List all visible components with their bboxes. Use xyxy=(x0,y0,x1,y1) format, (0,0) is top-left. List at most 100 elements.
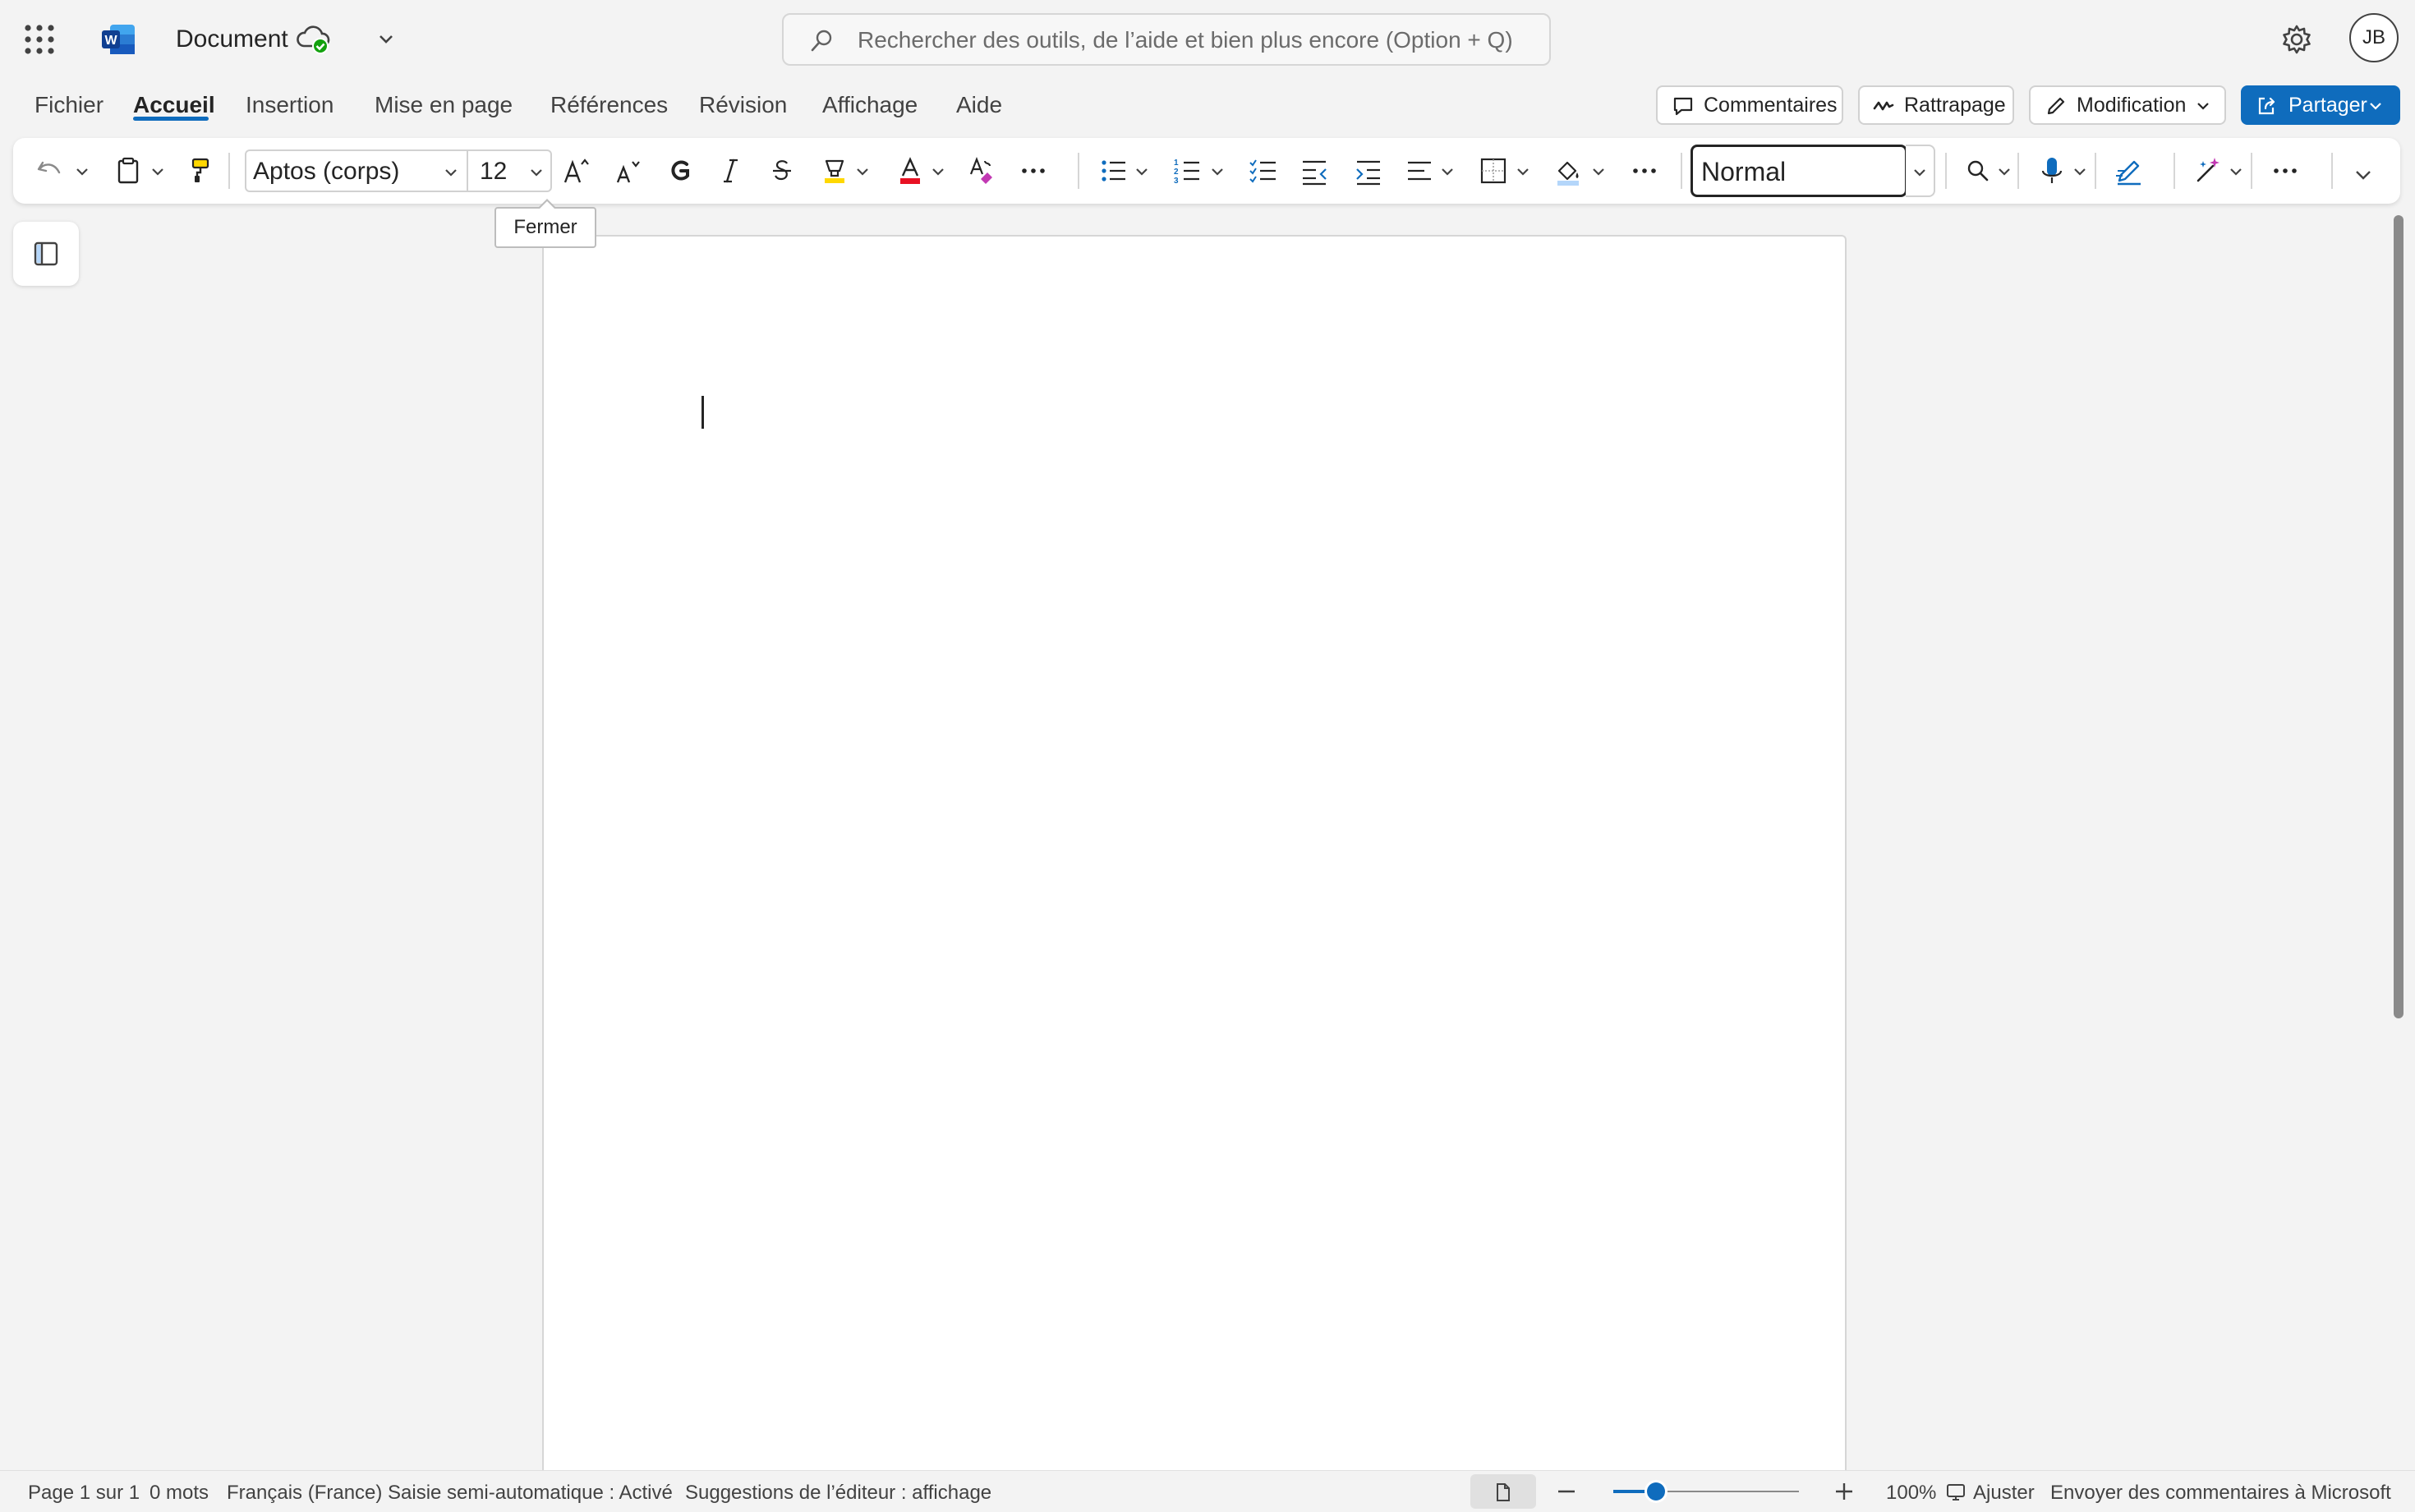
chevron-down-icon xyxy=(2197,103,2209,110)
toolbar-separator xyxy=(2251,153,2252,189)
undo-chevron-icon[interactable] xyxy=(74,164,90,179)
bullets-icon[interactable] xyxy=(1096,153,1132,189)
paste-icon[interactable] xyxy=(110,153,146,189)
shading-chevron-icon[interactable] xyxy=(1590,164,1607,179)
font-size-field[interactable]: 12 xyxy=(467,149,552,192)
search-placeholder[interactable]: Rechercher des outils, de l’aide et bien… xyxy=(858,26,1513,54)
dictate-chevron-icon[interactable] xyxy=(2072,164,2088,179)
clear-formatting-icon[interactable] xyxy=(964,153,1000,189)
svg-text:W: W xyxy=(104,34,117,48)
document-title[interactable]: Document xyxy=(176,25,288,54)
toolbar-separator xyxy=(1945,153,1947,189)
dictate-icon[interactable] xyxy=(2034,153,2070,189)
paste-chevron-icon[interactable] xyxy=(150,164,166,179)
editing-mode-button[interactable]: Modification xyxy=(2029,85,2226,125)
style-field[interactable]: Normal xyxy=(1690,145,1907,197)
settings-icon[interactable] xyxy=(2280,23,2313,56)
numbering-icon[interactable]: 123 xyxy=(1170,153,1206,189)
shading-icon[interactable] xyxy=(1551,153,1587,189)
page-view-button[interactable] xyxy=(1470,1474,1536,1509)
catchup-label: Rattrapage xyxy=(1904,94,2006,117)
editor-icon[interactable] xyxy=(2111,153,2147,189)
document-page[interactable] xyxy=(542,235,1847,1470)
align-chevron-icon[interactable] xyxy=(1439,164,1456,179)
user-avatar[interactable]: JB xyxy=(2349,13,2399,62)
home-toolbar: Aptos (corps) 12 123 Normal xyxy=(13,138,2400,204)
increase-indent-icon[interactable] xyxy=(1350,153,1387,189)
toolbar-separator xyxy=(228,153,230,189)
status-bar: Page 1 sur 1 0 mots Français (France) Sa… xyxy=(0,1470,2415,1512)
page-count[interactable]: Page 1 sur 1 xyxy=(28,1481,140,1505)
bullets-chevron-icon[interactable] xyxy=(1134,164,1150,179)
tab-revision[interactable]: Révision xyxy=(699,89,787,122)
highlight-chevron-icon[interactable] xyxy=(854,164,871,179)
strikethrough-icon[interactable] xyxy=(764,153,800,189)
tab-aide[interactable]: Aide xyxy=(956,89,1002,122)
zoom-level[interactable]: 100% xyxy=(1886,1481,1936,1505)
find-chevron-icon[interactable] xyxy=(1996,164,2012,179)
title-menu-chevron-icon[interactable] xyxy=(375,30,398,49)
fit-button[interactable]: Ajuster xyxy=(1973,1481,2035,1505)
fit-icon xyxy=(1947,1484,1965,1501)
search-box[interactable]: Rechercher des outils, de l’aide et bien… xyxy=(782,13,1551,66)
undo-icon[interactable] xyxy=(31,153,67,189)
zoom-slider-handle[interactable] xyxy=(1647,1482,1665,1501)
bold-icon[interactable] xyxy=(662,153,698,189)
word-logo-icon[interactable]: W xyxy=(100,23,136,56)
more-font-options-icon[interactable] xyxy=(1015,153,1051,189)
grow-font-icon[interactable] xyxy=(559,153,595,189)
tab-affichage[interactable]: Affichage xyxy=(822,89,918,122)
tab-mise-en-page[interactable]: Mise en page xyxy=(375,89,513,122)
editor-suggestions-status[interactable]: Suggestions de l’éditeur : affichage xyxy=(685,1481,991,1505)
send-feedback-link[interactable]: Envoyer des commentaires à Microsoft xyxy=(2050,1481,2391,1505)
find-icon[interactable] xyxy=(1960,153,1996,189)
language-indicator[interactable]: Français (France) xyxy=(227,1481,382,1505)
search-icon xyxy=(808,28,835,54)
checklist-icon[interactable] xyxy=(1245,153,1281,189)
font-color-icon[interactable] xyxy=(892,153,928,189)
tab-insertion[interactable]: Insertion xyxy=(246,89,334,122)
pencil-icon xyxy=(2047,97,2065,115)
toolbar-separator xyxy=(2331,153,2333,189)
numbering-chevron-icon[interactable] xyxy=(1209,164,1226,179)
designer-icon[interactable] xyxy=(2190,153,2226,189)
chevron-down-icon xyxy=(1914,169,1925,177)
align-icon[interactable] xyxy=(1401,153,1438,189)
chevron-down-icon xyxy=(531,169,542,177)
styles-gallery-button[interactable] xyxy=(1906,145,1935,197)
borders-icon[interactable] xyxy=(1475,153,1511,189)
decrease-indent-icon[interactable] xyxy=(1296,153,1332,189)
tab-fichier[interactable]: Fichier xyxy=(34,89,104,122)
zoom-in-icon[interactable] xyxy=(1833,1481,1855,1502)
shrink-font-icon[interactable] xyxy=(610,153,646,189)
active-tab-indicator xyxy=(133,117,209,121)
font-size-value: 12 xyxy=(480,158,508,185)
zoom-slider[interactable] xyxy=(1613,1482,1799,1501)
catchup-button[interactable]: Rattrapage xyxy=(1858,85,2014,125)
italic-icon[interactable] xyxy=(713,153,749,189)
tab-references[interactable]: Références xyxy=(550,89,668,122)
font-color-chevron-icon[interactable] xyxy=(930,164,946,179)
catchup-icon xyxy=(1873,101,1894,111)
ribbon-options-chevron-icon[interactable] xyxy=(2353,166,2374,184)
navigation-pane-icon xyxy=(34,241,58,266)
borders-chevron-icon[interactable] xyxy=(1515,164,1531,179)
toolbar-separator xyxy=(2174,153,2175,189)
more-options-icon[interactable] xyxy=(2267,153,2303,189)
zoom-out-icon[interactable] xyxy=(1556,1482,1577,1501)
more-paragraph-options-icon[interactable] xyxy=(1626,153,1663,189)
app-launcher-icon[interactable] xyxy=(23,23,56,56)
highlight-icon[interactable] xyxy=(816,153,853,189)
cloud-saved-icon[interactable] xyxy=(296,23,330,56)
navigation-pane-button[interactable] xyxy=(13,222,79,286)
autocomplete-status[interactable]: Saisie semi-automatique : Activé xyxy=(388,1481,673,1505)
comments-button[interactable]: Commentaires xyxy=(1656,85,1843,125)
vertical-scrollbar[interactable] xyxy=(2394,215,2404,1018)
share-button[interactable]: Partager xyxy=(2241,85,2400,125)
word-count[interactable]: 0 mots xyxy=(150,1481,209,1505)
svg-text:1: 1 xyxy=(1174,159,1179,168)
format-painter-icon[interactable] xyxy=(182,153,218,189)
font-name-value: Aptos (corps) xyxy=(253,158,400,185)
font-name-field[interactable]: Aptos (corps) xyxy=(245,149,468,192)
designer-chevron-icon[interactable] xyxy=(2228,164,2244,179)
